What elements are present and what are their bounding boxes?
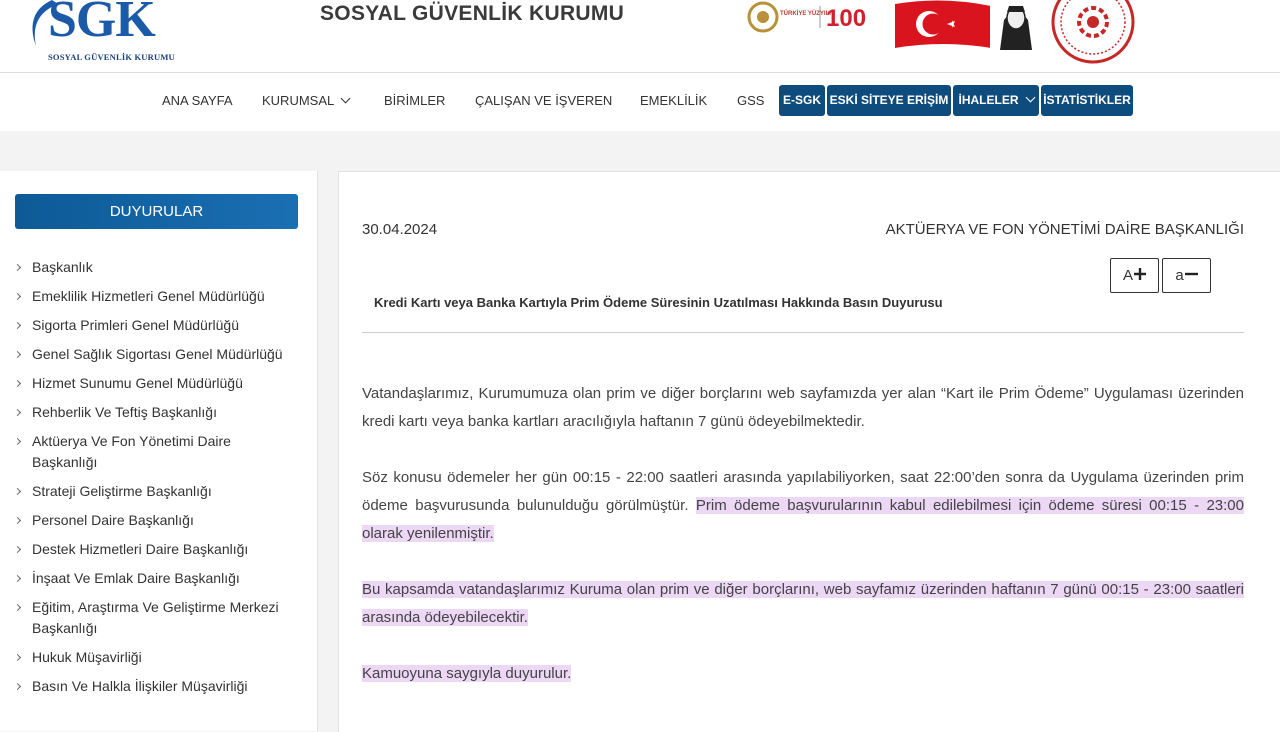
sidebar-item[interactable]: İnşaat Ve Emlak Daire Başkanlığı	[14, 568, 304, 589]
turkiye-yuzyili-badge: TÜRKİYE YÜZYILI 100	[747, 1, 866, 33]
nav-calisan-isveren[interactable]: ÇALIŞAN VE İŞVEREN	[475, 93, 612, 108]
nav-kurumsal-label: KURUMSAL	[262, 93, 335, 108]
paragraph-1: Vatandaşlarımız, Kurumumuza olan prim ve…	[362, 385, 1244, 430]
highlighted-text: Bu kapsamda vatandaşlarımız Kuruma olan …	[362, 581, 1244, 626]
sidebar-item[interactable]: Sigorta Primleri Genel Müdürlüğü	[14, 315, 304, 336]
sidebar-item[interactable]: Rehberlik Ve Teftiş Başkanlığı	[14, 402, 304, 423]
sidebar-item[interactable]: Hizmet Sunumu Genel Müdürlüğü	[14, 373, 304, 394]
announcements-sidebar: DUYURULAR Başkanlık Emeklilik Hizmetleri…	[0, 171, 318, 731]
article-department: AKTÜERYA VE FON YÖNETİMİ DAİRE BAŞKANLIĞ…	[885, 221, 1244, 238]
sidebar-item[interactable]: Strateji Geliştirme Başkanlığı	[14, 481, 304, 502]
logo-text: SGK	[48, 0, 156, 48]
sidebar-title[interactable]: DUYURULAR	[15, 194, 298, 229]
paragraph-3: Bu kapsamda vatandaşlarımız Kuruma olan …	[362, 576, 1244, 632]
sidebar-item[interactable]: Basın Ve Halkla İlişkiler Müşavirliği	[14, 676, 304, 697]
nav-kurumsal[interactable]: KURUMSAL	[262, 93, 351, 108]
highlighted-text: Kamuoyuna saygıyla duyurulur.	[362, 665, 572, 682]
font-increase-label: A	[1122, 267, 1133, 284]
paragraph-4: Kamuoyuna saygıyla duyurulur.	[362, 660, 1244, 688]
sgk-logo[interactable]: SGK SOSYAL GÜVENLİK KURUMU	[22, 0, 182, 68]
article-panel: 30.04.2024 AKTÜERYA VE FON YÖNETİMİ DAİR…	[338, 171, 1280, 732]
font-decrease-label: a	[1175, 267, 1184, 284]
sidebar-item[interactable]: Personel Daire Başkanlığı	[14, 510, 304, 531]
nav-emeklilik[interactable]: EMEKLİLİK	[640, 93, 707, 108]
main-navigation: ANA SAYFA KURUMSAL BİRİMLER ÇALIŞAN VE İ…	[0, 73, 1280, 131]
turkish-flag-image	[895, 0, 991, 49]
logo-subtitle: SOSYAL GÜVENLİK KURUMU	[48, 52, 175, 62]
nav-gss[interactable]: GSS	[737, 93, 764, 108]
site-header: SGK SOSYAL GÜVENLİK KURUMU SOSYAL GÜVENL…	[0, 0, 1280, 73]
nav-ihaleler-button[interactable]: İHALELER	[953, 85, 1039, 116]
sidebar-item[interactable]: Hukuk Müşavirliği	[14, 647, 304, 668]
nav-ihaleler-label: İHALELER	[958, 93, 1019, 107]
nav-birimler[interactable]: BİRİMLER	[384, 93, 445, 108]
article-title: Kredi Kartı veya Banka Kartıyla Prim Öde…	[374, 295, 943, 310]
sidebar-item[interactable]: Eğitim, Araştırma Ve Geliştirme Merkezi …	[14, 597, 302, 639]
badge-small-text: TÜRKİYE YÜZYILI	[780, 10, 831, 17]
chevron-down-icon	[340, 93, 351, 104]
font-decrease-button[interactable]: a	[1162, 258, 1211, 293]
article-body: Vatandaşlarımız, Kurumumuza olan prim ve…	[362, 380, 1244, 716]
paragraph-2: Söz konusu ödemeler her gün 00:15 - 22:0…	[362, 464, 1244, 548]
sidebar-item[interactable]: Genel Sağlık Sigortası Genel Müdürlüğü	[14, 344, 304, 365]
sidebar-list: Başkanlık Emeklilik Hizmetleri Genel Müd…	[14, 257, 304, 705]
divider	[362, 332, 1244, 333]
nav-old-site-button[interactable]: ESKİ SİTEYE ERİŞİM	[827, 85, 951, 116]
plus-icon	[1134, 268, 1146, 280]
institution-seal-icon	[1051, 0, 1135, 64]
ataturk-portrait-image	[990, 0, 1042, 50]
article-date: 30.04.2024	[362, 221, 438, 238]
badge-number: 100	[826, 5, 866, 32]
minus-icon	[1184, 272, 1198, 276]
nav-esgk-button[interactable]: E-SGK	[779, 85, 825, 116]
site-title: SOSYAL GÜVENLİK KURUMU	[320, 2, 625, 25]
font-increase-button[interactable]: A	[1110, 258, 1159, 293]
nav-home[interactable]: ANA SAYFA	[162, 93, 233, 108]
sidebar-item[interactable]: Destek Hizmetleri Daire Başkanlığı	[14, 539, 304, 560]
sidebar-item[interactable]: Aktüerya Ve Fon Yönetimi Daire Başkanlığ…	[14, 431, 252, 473]
sidebar-item[interactable]: Emeklilik Hizmetleri Genel Müdürlüğü	[14, 286, 304, 307]
nav-istatistikler-button[interactable]: İSTATİSTİKLER	[1041, 85, 1133, 116]
sidebar-item[interactable]: Başkanlık	[14, 257, 304, 278]
chevron-down-icon	[1025, 92, 1035, 103]
